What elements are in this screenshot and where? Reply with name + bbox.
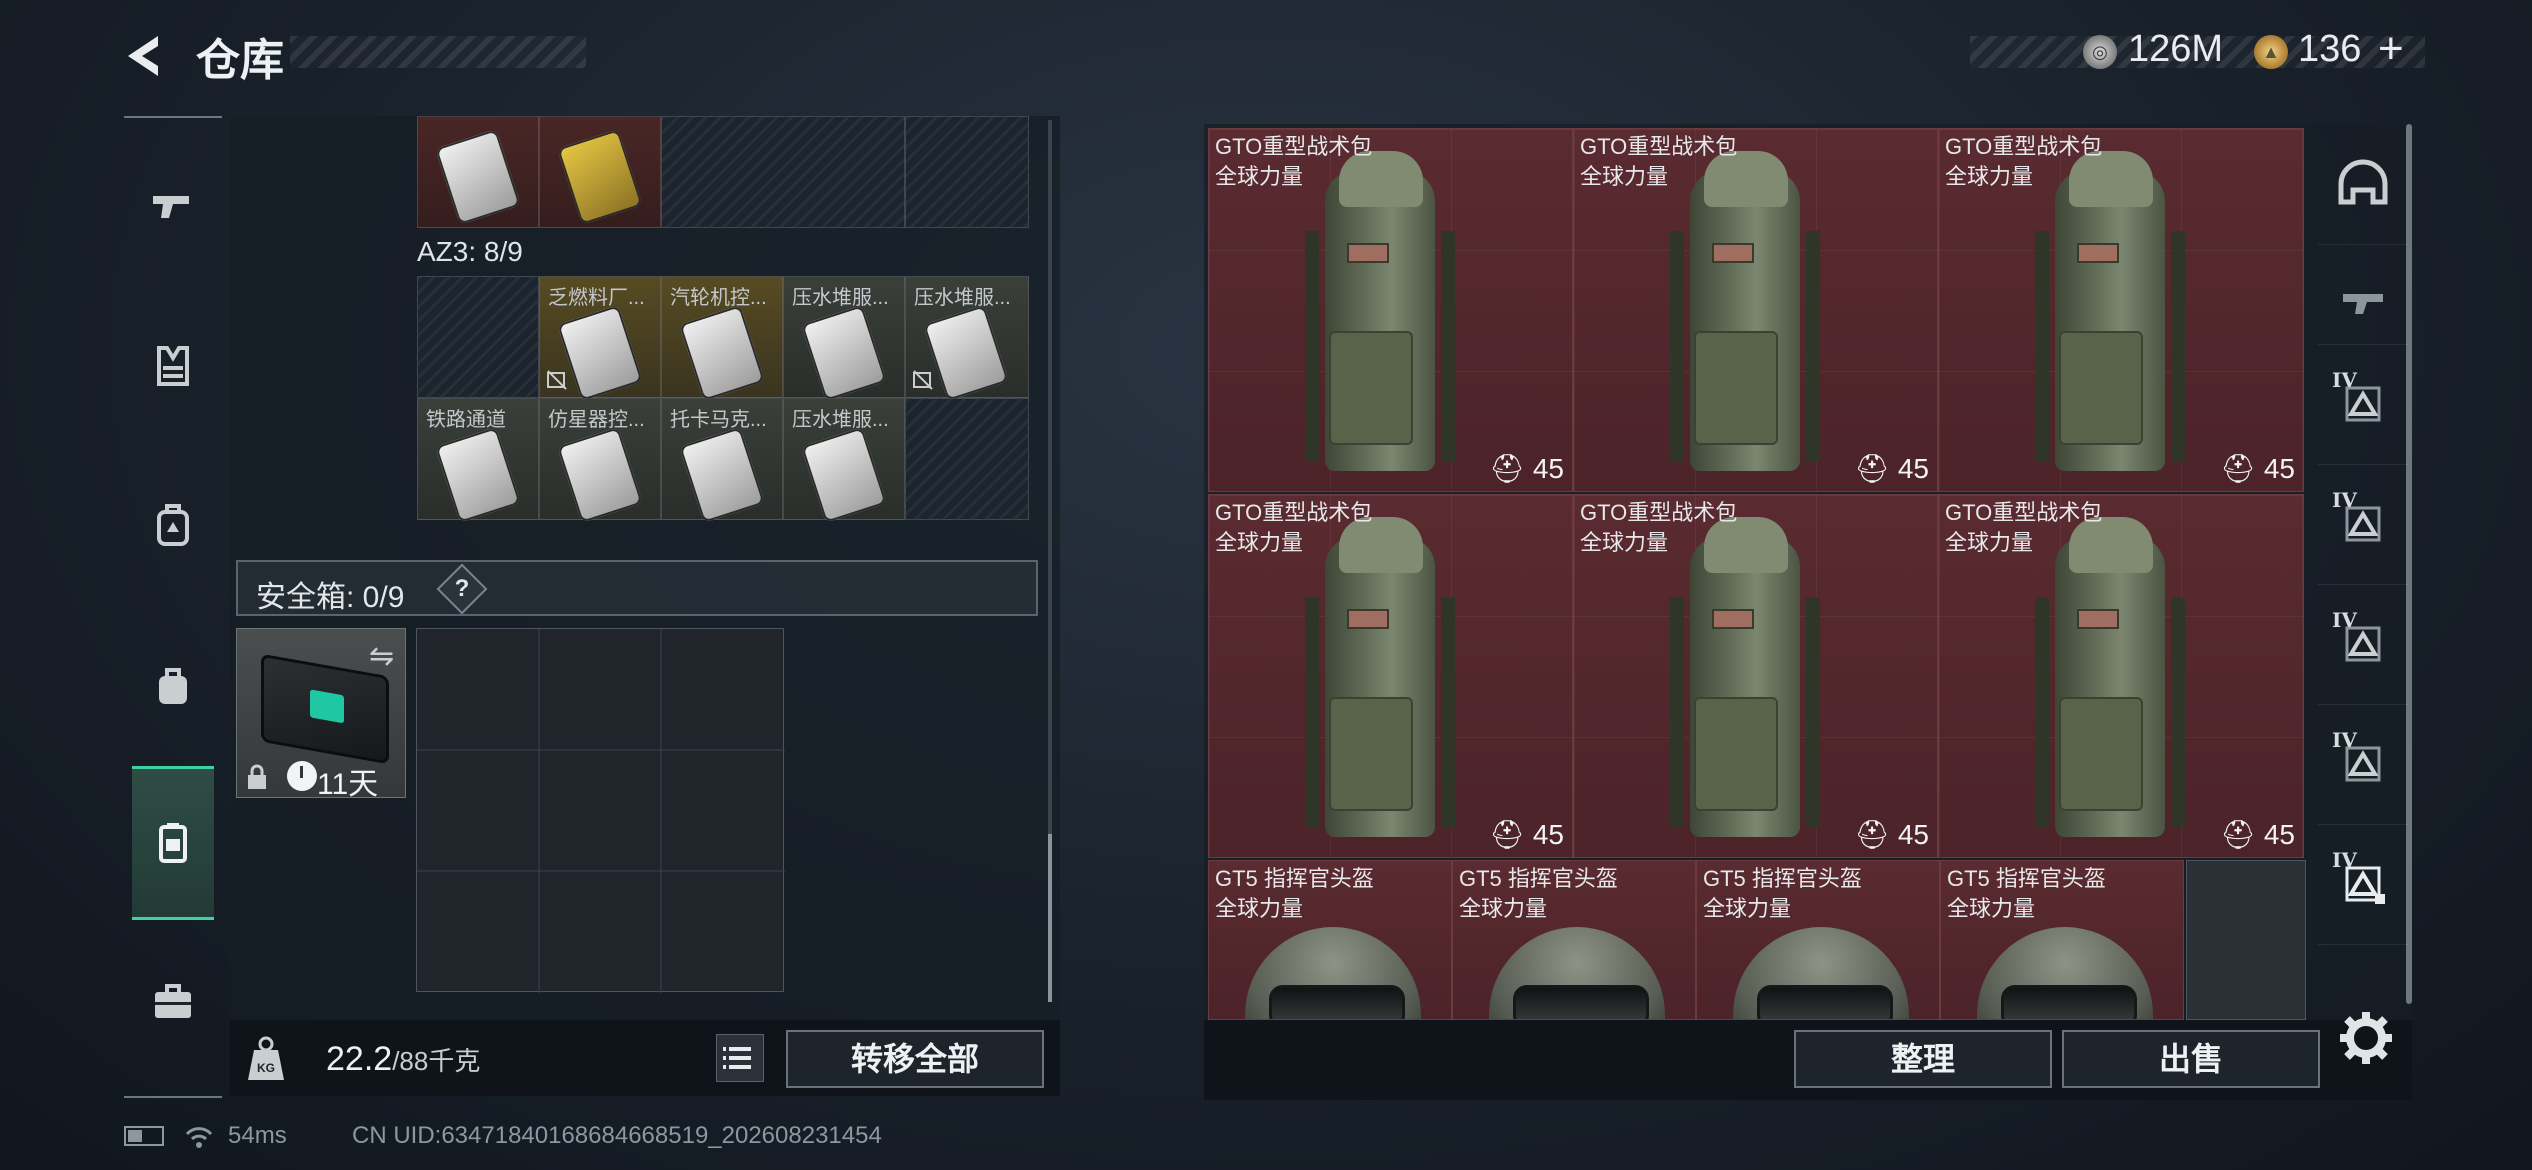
container-icon bbox=[159, 823, 187, 863]
back-icon[interactable] bbox=[118, 30, 170, 82]
item-helmet[interactable]: GT5 指挥官头盔 全球力量 bbox=[1940, 860, 2184, 1020]
filter-tier-1[interactable]: IV bbox=[2318, 344, 2408, 465]
key-item[interactable]: 乏燃料厂... bbox=[539, 276, 661, 401]
pistol-icon bbox=[153, 196, 189, 218]
title-decoration bbox=[290, 36, 586, 68]
list-view-button[interactable] bbox=[716, 1034, 764, 1082]
nav-weapons[interactable] bbox=[124, 158, 222, 254]
safe-box-slot bbox=[310, 689, 344, 724]
list-icon bbox=[723, 1047, 751, 1069]
tidy-button[interactable]: 整理 bbox=[1794, 1030, 2052, 1088]
svg-text:KG: KG bbox=[257, 1061, 275, 1075]
no-spawn-icon bbox=[913, 370, 933, 390]
ping-readout: 54ms bbox=[228, 1122, 287, 1149]
key-item[interactable]: 托卡马克... bbox=[661, 398, 783, 523]
silver-currency: 126M bbox=[2128, 28, 2224, 70]
rig-icon bbox=[157, 504, 189, 546]
durability: ⛑ 45 bbox=[2220, 819, 2295, 850]
durability: ⛑ 45 bbox=[1489, 819, 1564, 850]
safe-box-grid[interactable] bbox=[416, 628, 785, 993]
nav-rig[interactable] bbox=[124, 478, 222, 574]
item-slot[interactable] bbox=[417, 116, 539, 228]
weight-readout: 22.2/88千克 bbox=[326, 1040, 480, 1079]
key-item[interactable]: 压水堆服... bbox=[783, 398, 905, 523]
briefcase-icon bbox=[155, 984, 191, 1018]
key-item[interactable]: 压水堆服... bbox=[905, 276, 1029, 401]
item-helmet[interactable]: GT5 指挥官头盔 全球力量 bbox=[1452, 860, 1696, 1020]
gear-icon[interactable] bbox=[2336, 1008, 2396, 1068]
durability: ⛑ 45 bbox=[1854, 819, 1929, 850]
durability: ⛑ 45 bbox=[2220, 453, 2295, 484]
item-slot[interactable] bbox=[539, 116, 661, 228]
filter-tier-3[interactable]: IV bbox=[2318, 584, 2408, 705]
weapon-icon bbox=[2343, 294, 2383, 314]
gold-coin-icon: ▲ bbox=[2254, 35, 2288, 69]
filter-weapon[interactable] bbox=[2318, 264, 2408, 345]
item-helmet[interactable]: GT5 指挥官头盔 全球力量 bbox=[1208, 860, 1452, 1020]
silver-coin-icon: ◎ bbox=[2083, 35, 2117, 69]
item-backpack[interactable]: GTO重型战术包 全球力量 ⛑ 45 bbox=[1208, 128, 1573, 492]
nav-backpack[interactable] bbox=[124, 638, 222, 734]
battery-level bbox=[128, 1130, 142, 1142]
helmet-icon bbox=[2338, 159, 2388, 205]
wifi-icon bbox=[185, 1127, 213, 1148]
nav-vest[interactable] bbox=[124, 318, 222, 414]
right-filter-nav: IV IV IV IV IV bbox=[2318, 124, 2408, 1024]
weight-current: 22.2 bbox=[326, 1040, 393, 1078]
left-category-nav bbox=[124, 116, 222, 1098]
backpack-icon bbox=[159, 668, 187, 704]
key-item[interactable]: 铁路通道 bbox=[417, 398, 539, 523]
weight-max: /88千克 bbox=[392, 1046, 481, 1076]
item-backpack[interactable]: GTO重型战术包 全球力量 ⛑ 45 bbox=[1938, 128, 2304, 492]
filter-tier-4[interactable]: IV bbox=[2318, 704, 2408, 825]
gold-currency: 136 bbox=[2298, 28, 2362, 70]
key-item[interactable]: 汽轮机控... bbox=[661, 276, 783, 401]
item-backpack[interactable]: GTO重型战术包 全球力量 ⛑ 45 bbox=[1573, 494, 1938, 858]
durability: ⛑ 45 bbox=[1854, 453, 1929, 484]
add-currency-button[interactable]: + bbox=[2378, 24, 2404, 74]
swap-icon[interactable]: ⇋ bbox=[369, 639, 394, 674]
safe-grid-lines bbox=[417, 629, 785, 993]
filter-tier-2[interactable]: IV bbox=[2318, 464, 2408, 585]
safe-box-days: 11天 bbox=[317, 768, 379, 801]
empty-slot[interactable] bbox=[2186, 860, 2306, 1020]
filter-tier-5[interactable]: IV bbox=[2318, 824, 2408, 945]
durability: ⛑ 45 bbox=[1489, 453, 1564, 484]
item-helmet[interactable]: GT5 指挥官头盔 全球力量 bbox=[1696, 860, 1940, 1020]
empty-slot[interactable] bbox=[905, 116, 1029, 228]
empty-slot[interactable] bbox=[417, 276, 539, 398]
nav-toolbox[interactable] bbox=[124, 954, 222, 1050]
page-title: 仓库 bbox=[196, 36, 284, 85]
item-backpack[interactable]: GTO重型战术包 全球力量 ⛑ 45 bbox=[1938, 494, 2304, 858]
nav-container[interactable] bbox=[132, 766, 214, 920]
lock-icon bbox=[248, 764, 266, 789]
filter-helmet[interactable] bbox=[2318, 124, 2408, 245]
sell-button[interactable]: 出售 bbox=[2062, 1030, 2320, 1088]
clock-icon bbox=[287, 761, 317, 791]
left-scrollbar-thumb[interactable] bbox=[1048, 834, 1052, 1002]
safe-box-item[interactable]: ⇋ 11天 bbox=[236, 628, 406, 801]
help-button[interactable]: ? bbox=[444, 571, 480, 607]
empty-slot[interactable] bbox=[905, 398, 1029, 520]
weight-icon: KG bbox=[248, 1036, 284, 1080]
item-backpack[interactable]: GTO重型战术包 全球力量 ⛑ 45 bbox=[1208, 494, 1573, 858]
item-backpack[interactable]: GTO重型战术包 全球力量 ⛑ 45 bbox=[1573, 128, 1938, 492]
transfer-all-button[interactable]: 转移全部 bbox=[786, 1030, 1044, 1088]
user-uid: CN UID:6347184016868466851​9_20260823145… bbox=[352, 1122, 882, 1149]
key-section-label: AZ3: 8/9 bbox=[417, 236, 523, 267]
no-spawn-icon bbox=[547, 370, 567, 390]
key-item[interactable]: 压水堆服... bbox=[783, 276, 905, 401]
empty-slot[interactable] bbox=[661, 116, 905, 228]
vest-icon bbox=[157, 346, 189, 386]
safe-box-label: 安全箱: 0/9 bbox=[256, 581, 405, 614]
key-item[interactable]: 仿星器控... bbox=[539, 398, 661, 523]
